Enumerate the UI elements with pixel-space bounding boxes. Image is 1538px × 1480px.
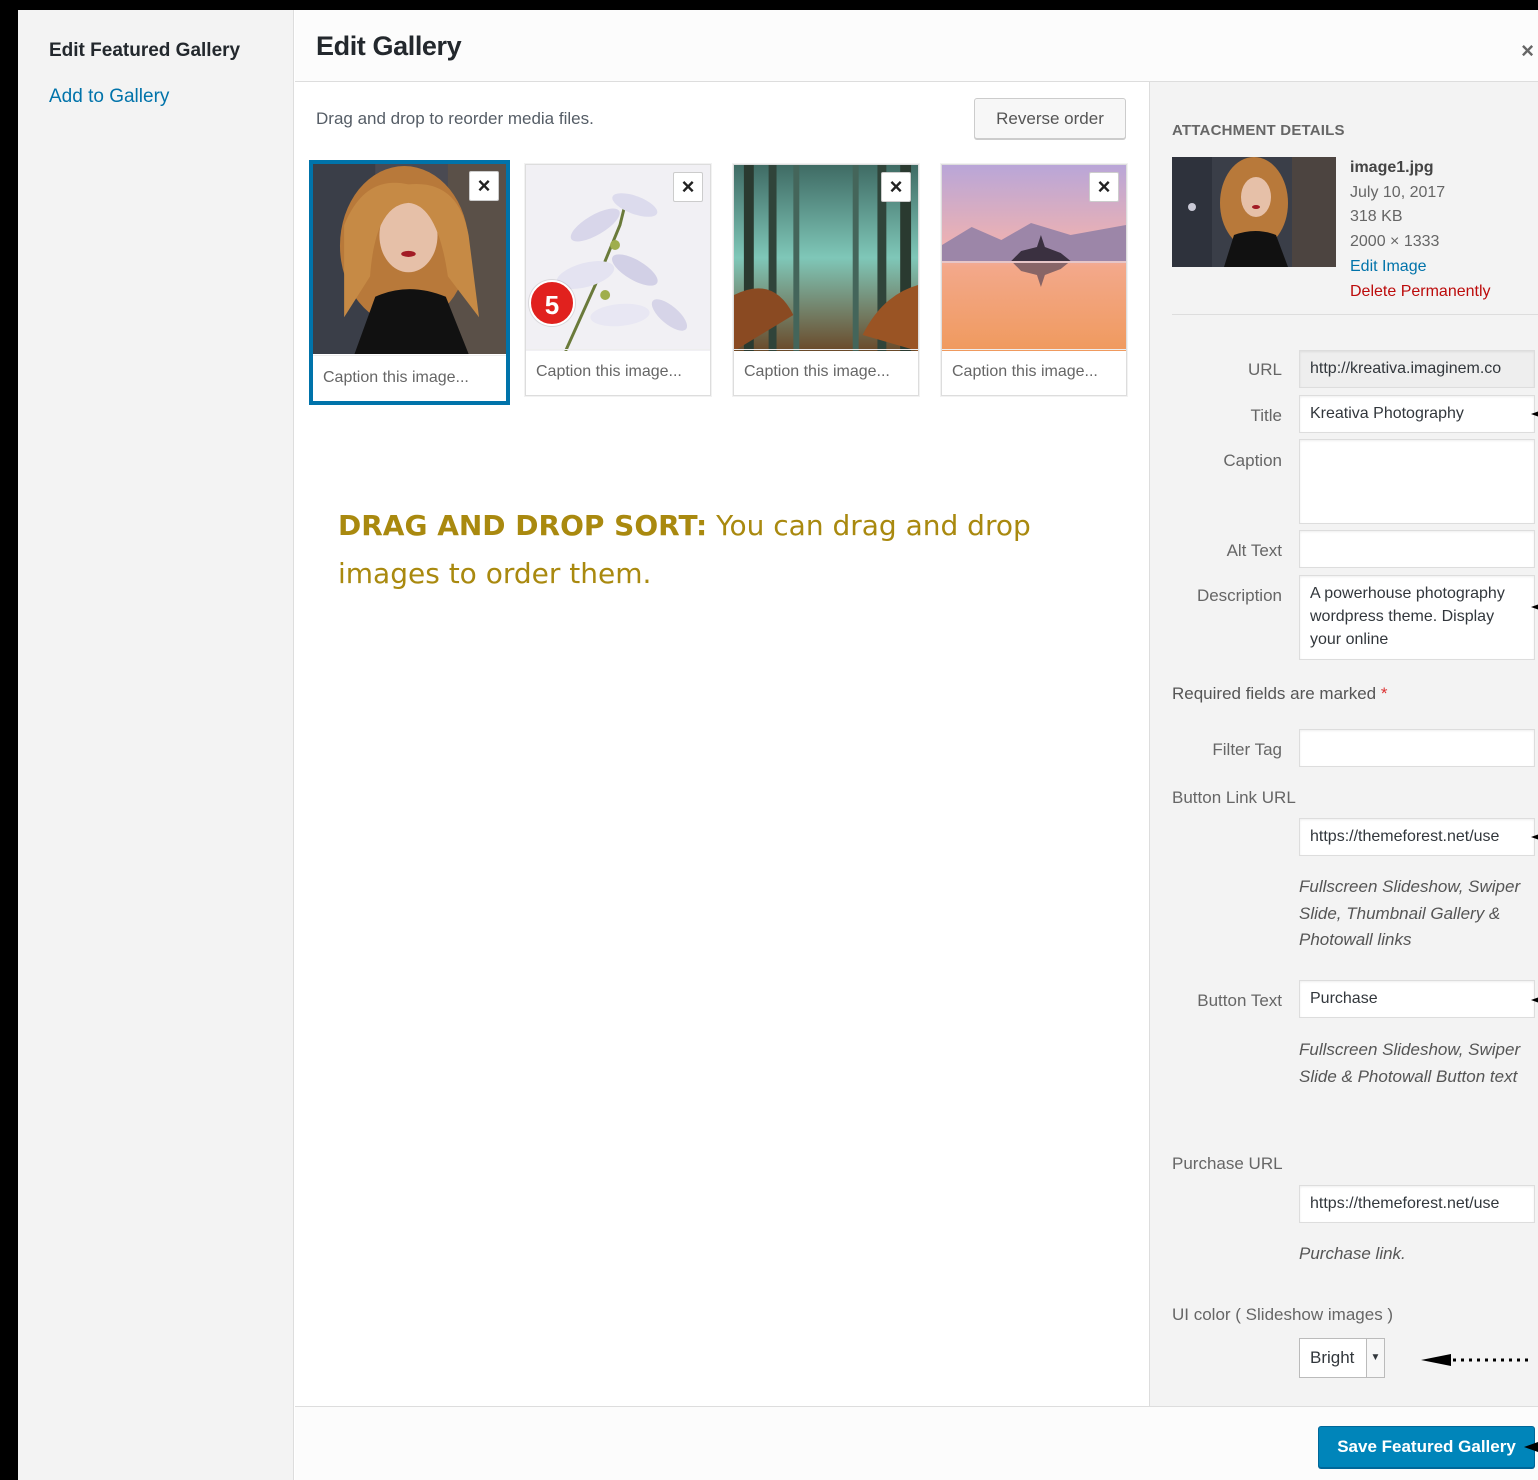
url-label: URL xyxy=(1247,360,1282,379)
caption-label: Caption xyxy=(1223,451,1282,470)
media-menu: Edit Featured Gallery Add to Gallery xyxy=(18,10,294,1480)
required-note: Required fields are marked * xyxy=(1172,684,1387,704)
gallery-thumbnail[interactable]: Caption this image... × xyxy=(309,160,510,405)
add-to-gallery-link[interactable]: Add to Gallery xyxy=(49,86,169,108)
annotation-heading: DRAG AND DROP SORT: xyxy=(338,509,708,542)
reorder-instructions: Drag and drop to reorder media files. xyxy=(316,109,594,128)
pointer-arrow-icon xyxy=(1531,832,1538,842)
attachment-filesize: 318 KB xyxy=(1350,208,1403,226)
ui-color-value: Bright xyxy=(1310,1348,1355,1367)
edit-image-link[interactable]: Edit Image xyxy=(1350,255,1491,280)
description-label: Description xyxy=(1196,586,1282,605)
purchase-url-label: Purchase URL xyxy=(1172,1154,1283,1173)
delete-permanently-link[interactable]: Delete Permanently xyxy=(1350,280,1491,305)
caption-input[interactable]: Caption this image... xyxy=(313,355,506,401)
ui-color-select[interactable]: Bright ▼ xyxy=(1299,1338,1385,1378)
modal-footer: Save Featured Gallery xyxy=(295,1406,1538,1480)
step-number-badge: 5 xyxy=(529,280,575,326)
modal-title-bar: Edit Gallery × xyxy=(295,10,1538,82)
remove-image-icon[interactable]: × xyxy=(469,171,499,201)
gallery-thumbnail[interactable]: Caption this image... × xyxy=(941,164,1127,396)
chevron-down-icon: ▼ xyxy=(1366,1339,1384,1377)
attachment-date: July 10, 2017 xyxy=(1350,183,1446,201)
gallery-thumbnail[interactable]: Caption this image... × xyxy=(733,164,919,396)
drag-drop-annotation: DRAG AND DROP SORT: You can drag and dro… xyxy=(338,502,1058,598)
remove-image-icon[interactable]: × xyxy=(881,172,911,202)
ui-color-label: UI color ( Slideshow images ) xyxy=(1172,1305,1394,1324)
filter-tag-label: Filter Tag xyxy=(1212,740,1282,759)
attachment-details-heading: Attachment Details xyxy=(1172,122,1345,139)
caption-input[interactable]: Caption this image... xyxy=(526,349,710,395)
button-text-field[interactable]: Purchase xyxy=(1299,980,1535,1018)
pointer-arrow-icon xyxy=(1531,602,1538,612)
purchase-url-field[interactable]: https://themeforest.net/use xyxy=(1299,1185,1535,1223)
required-star: * xyxy=(1380,684,1388,703)
attachment-meta: image1.jpg July 10, 2017 318 KB 2000 × 1… xyxy=(1350,156,1491,304)
reverse-order-button[interactable]: Reverse order xyxy=(974,98,1126,139)
title-label: Title xyxy=(1250,406,1283,425)
attachment-filename: image1.jpg xyxy=(1350,159,1434,176)
dotted-pointer-arrow-icon xyxy=(1421,1354,1531,1366)
alt-text-label: Alt Text xyxy=(1226,541,1282,560)
divider xyxy=(1172,314,1538,315)
pointer-arrow-icon xyxy=(1531,995,1538,1005)
url-field[interactable]: http://kreativa.imaginem.co xyxy=(1299,350,1535,388)
required-note-text: Required fields are marked xyxy=(1172,684,1381,703)
caption-input[interactable]: Caption this image... xyxy=(942,349,1126,395)
attachment-dimensions: 2000 × 1333 xyxy=(1350,233,1440,251)
pointer-arrow-icon xyxy=(1524,1442,1538,1452)
alt-text-field[interactable] xyxy=(1299,530,1535,568)
close-icon[interactable]: × xyxy=(1521,38,1534,64)
title-field[interactable]: Kreativa Photography xyxy=(1299,395,1535,433)
filter-tag-field[interactable] xyxy=(1299,729,1535,767)
button-link-url-field[interactable]: https://themeforest.net/use xyxy=(1299,818,1535,856)
save-featured-gallery-button[interactable]: Save Featured Gallery xyxy=(1318,1426,1535,1468)
attachment-thumbnail xyxy=(1172,157,1336,267)
menu-heading[interactable]: Edit Featured Gallery xyxy=(49,40,240,62)
caption-field[interactable] xyxy=(1299,439,1535,524)
remove-image-icon[interactable]: × xyxy=(673,172,703,202)
caption-input[interactable]: Caption this image... xyxy=(734,349,918,395)
button-link-help: Fullscreen Slideshow, Swiper Slide, Thum… xyxy=(1299,877,1521,949)
page-title: Edit Gallery xyxy=(316,31,462,61)
description-field[interactable]: A powerhouse photography wordpress theme… xyxy=(1299,575,1535,660)
button-text-help: Fullscreen Slideshow, Swiper Slide & Pho… xyxy=(1299,1040,1521,1086)
gallery-content: Drag and drop to reorder media files. Re… xyxy=(295,82,1148,1406)
attachment-details-sidebar: Attachment Details image1.jpg July 10, 2… xyxy=(1149,82,1538,1406)
media-modal: Edit Featured Gallery Add to Gallery Edi… xyxy=(18,10,1538,1480)
button-link-url-label: Button Link URL xyxy=(1172,788,1296,807)
button-text-label: Button Text xyxy=(1197,991,1282,1010)
remove-image-icon[interactable]: × xyxy=(1089,172,1119,202)
purchase-url-help: Purchase link. xyxy=(1299,1244,1406,1263)
pointer-arrow-icon xyxy=(1531,409,1538,419)
